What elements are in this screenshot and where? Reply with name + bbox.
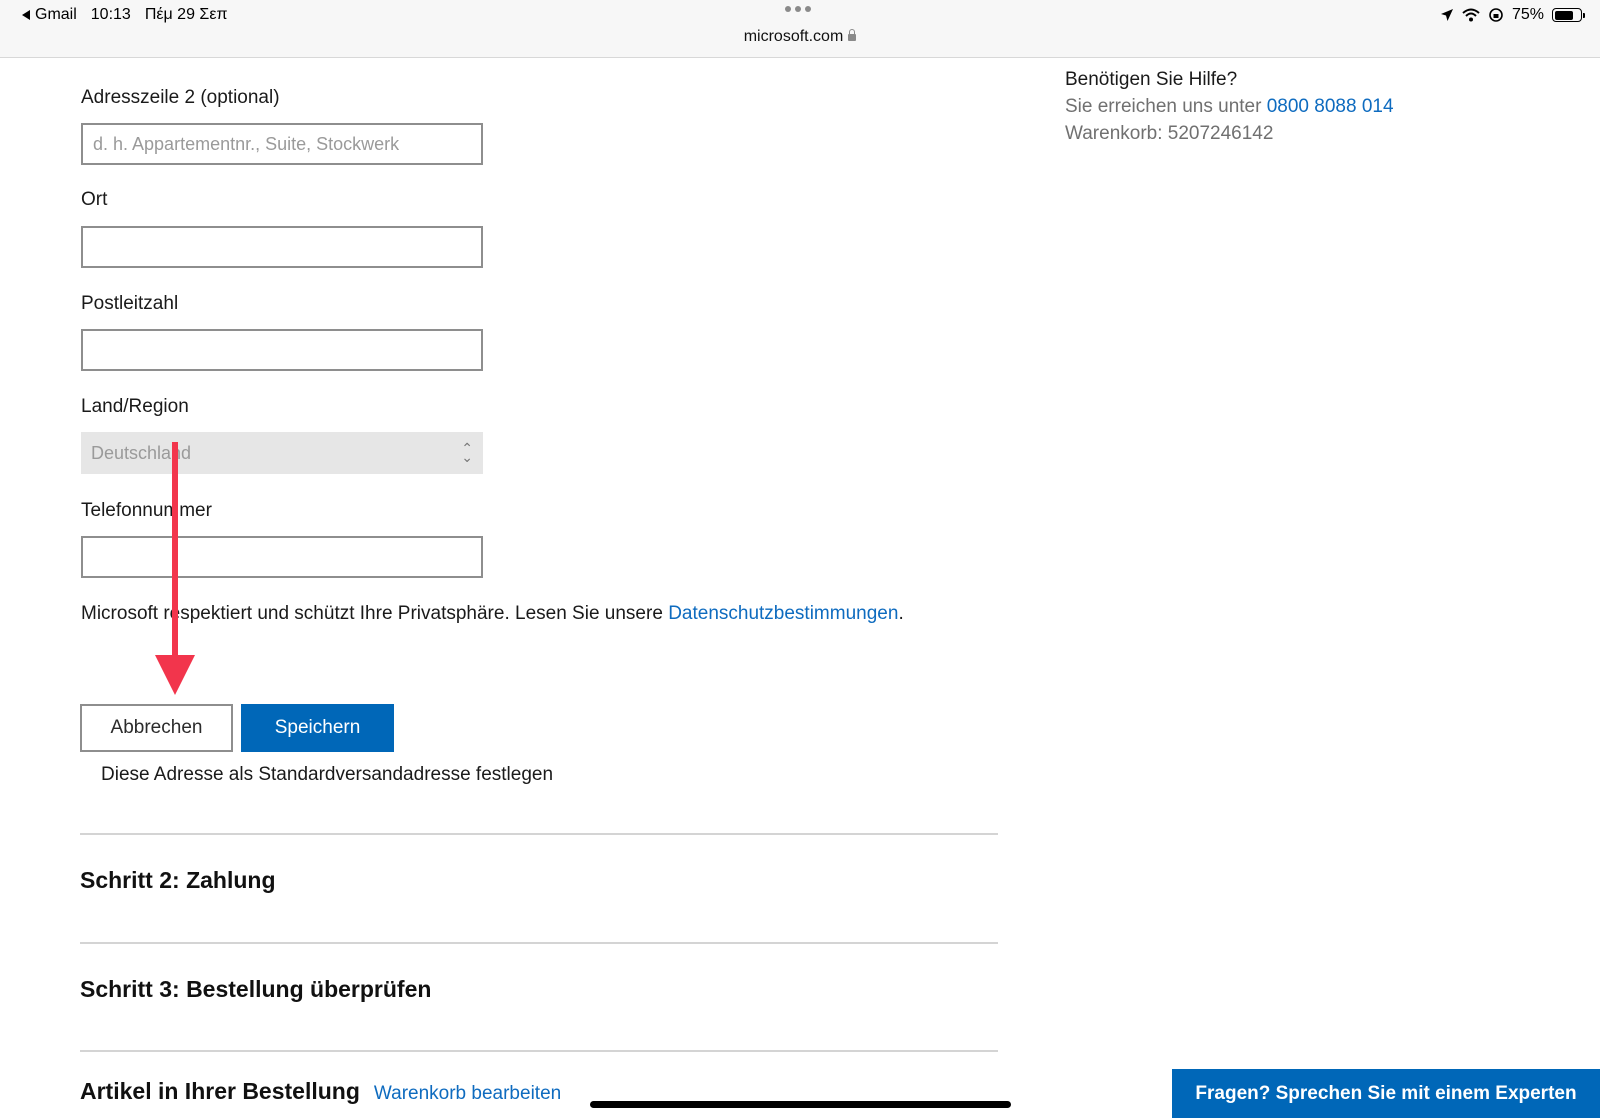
home-indicator (590, 1101, 1011, 1108)
annotation-arrow-head-icon (155, 655, 195, 695)
postal-code-label: Postleitzahl (81, 293, 179, 314)
step-2-heading: Schritt 2: Zahlung (80, 867, 276, 893)
address2-input[interactable] (81, 123, 483, 165)
edit-cart-link[interactable]: Warenkorb bearbeiten (374, 1083, 561, 1105)
status-right: 75% (1440, 6, 1585, 24)
phone-input[interactable] (81, 536, 483, 578)
postal-code-input[interactable] (81, 329, 483, 371)
select-chevron-icon: ⌃ ⌄ (461, 440, 473, 465)
lock-icon (848, 29, 857, 41)
url-text: microsoft.com (743, 28, 844, 45)
help-title: Benötigen Sie Hilfe? (1065, 69, 1238, 90)
wifi-icon (1462, 8, 1480, 22)
expert-chat-button[interactable]: Fragen? Sprechen Sie mit einem Experten (1172, 1069, 1600, 1118)
back-app-label: Gmail (35, 6, 77, 23)
status-date: Πέμ 29 Σεπ (144, 6, 228, 23)
annotation-arrow-shaft (172, 442, 178, 664)
location-icon (1440, 9, 1453, 21)
multitasking-dots-icon[interactable] (785, 6, 811, 12)
help-panel: Benötigen Sie Hilfe? Sie erreichen uns u… (1065, 66, 1394, 147)
divider (80, 1050, 998, 1052)
cancel-button[interactable]: Abbrechen (80, 704, 233, 752)
order-items-title: Artikel in Ihrer Bestellung (80, 1078, 360, 1104)
status-time: 10:13 (90, 6, 131, 23)
country-label: Land/Region (81, 396, 189, 417)
privacy-end: . (898, 603, 904, 624)
ipad-status-bar: Gmail 10:13 Πέμ 29 Σεπ microsoft.com 75% (0, 0, 1600, 58)
privacy-policy-link[interactable]: Datenschutzbestimmungen (668, 603, 898, 624)
battery-percent: 75% (1511, 6, 1544, 23)
status-left: Gmail 10:13 Πέμ 29 Σεπ (22, 6, 227, 24)
default-address-option[interactable]: Diese Adresse als Standardversandadresse… (101, 764, 553, 786)
help-reach-text: Sie erreichen uns unter (1065, 96, 1267, 117)
phone-label: Telefonnummer (81, 500, 212, 521)
privacy-notice: Microsoft respektiert und schützt Ihre P… (81, 603, 904, 625)
address2-label: Adresszeile 2 (optional) (81, 87, 280, 108)
city-input[interactable] (81, 226, 483, 268)
back-arrow-icon (22, 10, 30, 20)
divider (80, 942, 998, 944)
help-contact: Sie erreichen uns unter 0800 8088 014 (1065, 93, 1394, 120)
privacy-text: Microsoft respektiert und schützt Ihre P… (81, 603, 669, 624)
back-to-app-link[interactable]: Gmail (22, 6, 77, 24)
step-3-heading: Schritt 3: Bestellung überprüfen (80, 976, 432, 1002)
city-label: Ort (81, 189, 108, 210)
battery-icon (1552, 8, 1585, 22)
cart-number: Warenkorb: 5207246142 (1065, 123, 1274, 144)
save-button[interactable]: Speichern (241, 704, 394, 752)
screen-lock-icon (1489, 8, 1503, 22)
order-items-header: Artikel in Ihrer Bestellung Warenkorb be… (80, 1078, 561, 1105)
divider (80, 833, 998, 835)
help-phone-link[interactable]: 0800 8088 014 (1267, 96, 1394, 117)
address-bar[interactable]: microsoft.com (0, 28, 1600, 46)
country-select[interactable]: Deutschland ⌃ ⌄ (81, 432, 483, 474)
